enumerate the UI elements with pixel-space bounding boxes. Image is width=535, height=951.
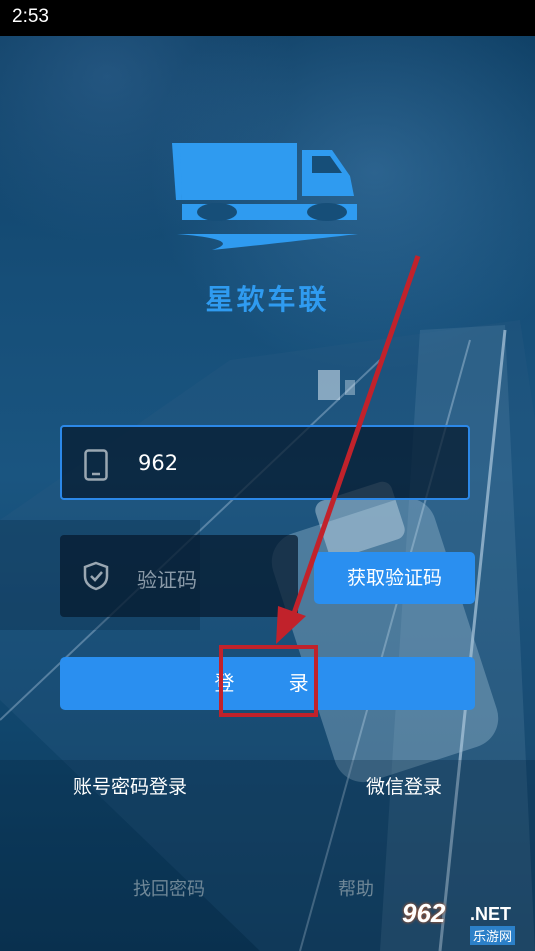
shield-check-icon	[83, 561, 109, 591]
phone-number-value[interactable]: 962	[138, 451, 178, 475]
site-watermark: 962 .NET 乐游网	[398, 898, 530, 946]
truck-logo-icon	[172, 143, 358, 250]
status-bar: 2:53	[0, 0, 535, 36]
annotation-highlight-box	[219, 645, 318, 717]
get-code-button[interactable]: 获取验证码	[314, 552, 475, 604]
app-name: 星软车联	[205, 283, 330, 316]
watermark-number: 962	[402, 898, 446, 928]
watermark-name: 乐游网	[470, 926, 516, 945]
phone-icon	[84, 449, 108, 481]
verification-code-field[interactable]: 验证码	[60, 535, 298, 617]
find-password-link[interactable]: 找回密码	[133, 875, 205, 901]
status-time: 2:53	[12, 6, 49, 27]
watermark-suffix: .NET	[470, 904, 512, 924]
account-password-login-link[interactable]: 账号密码登录	[73, 772, 187, 799]
wechat-login-link[interactable]: 微信登录	[366, 772, 442, 799]
login-screen: 2:53 星软车联 962 验证码 获取验证码 登 录 账号密码登录 微信登录 …	[0, 0, 535, 951]
verification-code-placeholder[interactable]: 验证码	[137, 564, 197, 593]
help-link[interactable]: 帮助	[338, 875, 374, 901]
phone-number-field[interactable]: 962	[60, 425, 470, 500]
